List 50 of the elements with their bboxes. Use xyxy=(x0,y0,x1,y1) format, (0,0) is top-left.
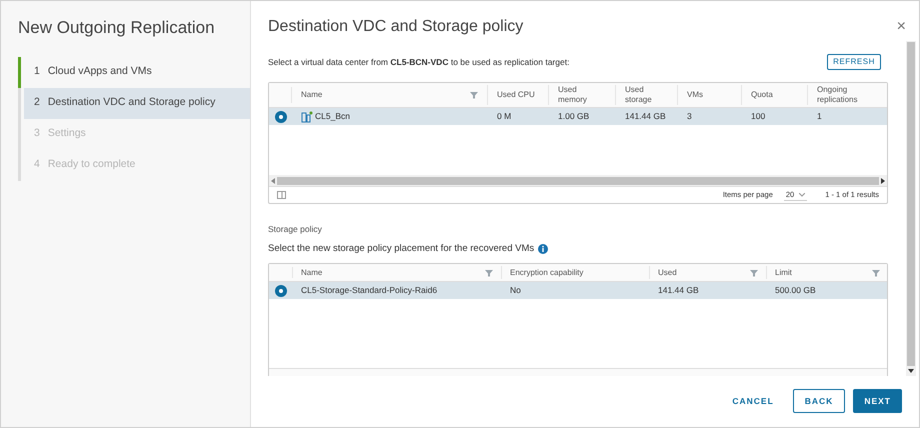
table-cell: 0 M xyxy=(497,110,512,123)
scroll-down-icon[interactable] xyxy=(908,369,914,373)
storage-description: Select the new storage policy placement for the recovered VMs xyxy=(268,242,534,256)
column-header[interactable]: VMs xyxy=(678,85,742,105)
table-cell: 500.00 GB xyxy=(775,285,816,296)
column-header[interactable]: Limit xyxy=(767,266,888,279)
column-header[interactable]: Used CPU xyxy=(488,85,549,105)
refresh-button[interactable]: REFRESH xyxy=(827,54,881,70)
column-header[interactable]: Name xyxy=(293,266,502,279)
radio-button[interactable] xyxy=(274,110,286,122)
page-title: Destination VDC and Storage policy xyxy=(268,17,524,37)
info-icon[interactable] xyxy=(538,244,548,254)
horizontal-scrollbar[interactable] xyxy=(269,175,887,186)
wizard-title: New Outgoing Replication xyxy=(17,17,216,39)
scroll-right-icon[interactable] xyxy=(881,178,885,184)
filter-icon[interactable] xyxy=(750,268,758,276)
vertical-scrollbar[interactable] xyxy=(906,41,916,376)
table-cell: 3 xyxy=(687,110,692,123)
wizard-button[interactable]: BACK xyxy=(792,389,846,413)
table-cell: 1.00 GB xyxy=(558,110,590,123)
table-cell: CL5_Bcn xyxy=(315,110,350,123)
close-button[interactable]: × xyxy=(896,19,906,35)
column-toggle-icon[interactable] xyxy=(277,191,286,199)
filter-icon[interactable] xyxy=(872,268,880,276)
column-header[interactable]: Used memory xyxy=(549,85,616,105)
vdc-description: Select a virtual data center from CL5-BCN-VDC to be used as replication target: xyxy=(268,56,570,68)
table-cell: 100 xyxy=(751,110,766,123)
column-header[interactable]: Used xyxy=(650,266,767,279)
chevron-down-icon[interactable] xyxy=(799,192,806,196)
table-cell: CL5-Storage-Standard-Policy-Raid6 xyxy=(301,285,438,296)
column-header[interactable]: Encryption capability xyxy=(502,266,650,279)
table-cell: 141.44 GB xyxy=(625,110,666,123)
table-cell: No xyxy=(510,285,521,296)
radio-button[interactable] xyxy=(275,284,287,296)
wizard-step: 4 Ready to complete xyxy=(18,150,250,180)
wizard-step: 3 Settings xyxy=(18,118,250,150)
column-header[interactable]: Quota xyxy=(742,85,808,105)
table-cell: 1 xyxy=(817,110,822,123)
wizard-button[interactable]: NEXT xyxy=(853,389,902,413)
wizard-button[interactable]: CANCEL xyxy=(721,389,785,413)
storage-heading: Storage policy xyxy=(268,223,323,236)
datacenter-icon xyxy=(301,110,313,122)
scroll-left-icon[interactable] xyxy=(271,178,275,184)
column-header[interactable]: Ongoing replications xyxy=(808,85,890,105)
column-header[interactable]: Used storage xyxy=(616,85,678,105)
column-header[interactable]: Name xyxy=(292,85,488,105)
table-cell: 141.44 GB xyxy=(658,285,699,296)
filter-icon[interactable] xyxy=(470,91,478,99)
wizard-step[interactable]: 2 Destination VDC and Storage policy xyxy=(24,88,250,118)
filter-icon[interactable] xyxy=(485,268,493,276)
